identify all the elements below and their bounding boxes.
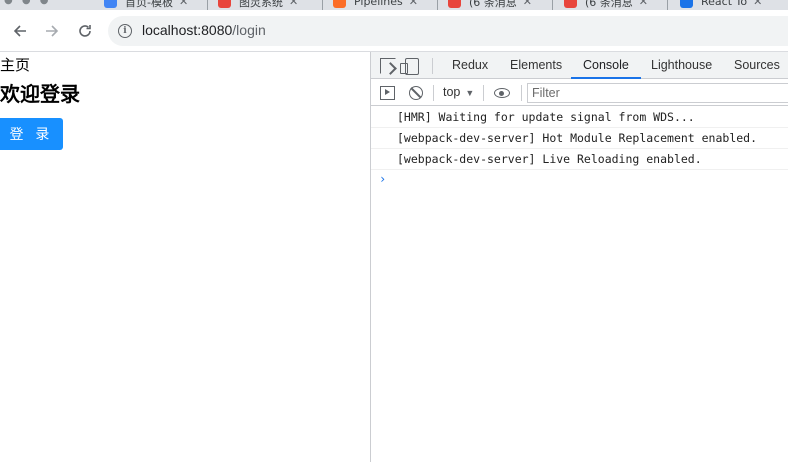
close-icon[interactable]: ✕	[523, 0, 532, 8]
back-button[interactable]	[11, 22, 29, 40]
tab-console[interactable]: Console	[571, 52, 641, 79]
tab-separator	[552, 0, 553, 10]
divider	[432, 58, 433, 74]
url-host: localhost:8080	[142, 22, 233, 38]
close-icon[interactable]: ✕	[639, 0, 648, 8]
tab-separator	[667, 0, 668, 10]
console-message: [webpack-dev-server] Live Reloading enab…	[371, 149, 788, 170]
tab-favicon-icon	[680, 0, 693, 8]
tab-separator	[207, 0, 208, 10]
reload-icon	[79, 25, 91, 37]
browser-toolbar: i localhost:8080/login	[0, 10, 788, 52]
console-prompt[interactable]: ›	[371, 170, 788, 190]
forward-button[interactable]	[43, 22, 61, 40]
console-message: [webpack-dev-server] Hot Module Replacem…	[371, 128, 788, 149]
show-sidebar-icon[interactable]	[380, 86, 395, 100]
live-expression-eye-icon[interactable]	[494, 88, 510, 98]
tab-favicon-icon	[333, 0, 346, 8]
browser-tab[interactable]: (6 条消息 ✕	[564, 0, 648, 10]
caret-down-icon: ▼	[465, 88, 475, 98]
console-output: [HMR] Waiting for update signal from WDS…	[371, 107, 788, 190]
tab-lighthouse[interactable]: Lighthouse	[651, 52, 712, 79]
close-icon[interactable]: ✕	[179, 0, 188, 8]
prompt-chevron-icon: ›	[379, 172, 387, 186]
browser-tab[interactable]: Pipelines ✕	[333, 0, 418, 10]
address-bar[interactable]: i localhost:8080/login	[108, 16, 788, 46]
tab-favicon-icon	[218, 0, 231, 8]
tab-favicon-icon	[448, 0, 461, 8]
info-icon[interactable]: i	[118, 24, 132, 38]
console-message: [HMR] Waiting for update signal from WDS…	[371, 107, 788, 128]
browser-tab[interactable]: React To ✕	[680, 0, 762, 10]
devtools-tabbar: Redux Elements Console Lighthouse Source…	[371, 52, 788, 79]
browser-tab[interactable]: (6 条消息 ✕	[448, 0, 532, 10]
tab-title: Pipelines	[354, 0, 403, 8]
login-button[interactable]: 登 录	[0, 118, 63, 150]
tab-title: (6 条消息	[585, 0, 633, 9]
divider	[521, 85, 522, 101]
tab-separator	[437, 0, 438, 10]
tab-title: 首页-模板	[125, 0, 173, 9]
tab-redux[interactable]: Redux	[452, 52, 488, 79]
tab-title: (6 条消息	[469, 0, 517, 9]
divider	[433, 85, 434, 101]
browser-tab[interactable]: 图灵系统 ✕	[218, 0, 298, 10]
arrow-right-icon	[46, 25, 59, 37]
page-title: 欢迎登录	[0, 82, 80, 106]
reload-button[interactable]	[76, 22, 94, 40]
tab-title: 图灵系统	[239, 0, 283, 9]
tab-sources[interactable]: Sources	[734, 52, 780, 79]
tab-title: React To	[701, 0, 748, 8]
console-toolbar: top ▼	[371, 80, 788, 106]
page-viewport: 主页 欢迎登录 登 录	[0, 52, 370, 462]
context-value: top	[443, 85, 461, 99]
close-icon[interactable]: ✕	[289, 0, 298, 8]
url-text[interactable]: localhost:8080/login	[142, 22, 266, 38]
close-icon[interactable]: ✕	[409, 0, 418, 8]
divider	[483, 85, 484, 101]
close-icon[interactable]: ✕	[753, 0, 762, 8]
tab-elements[interactable]: Elements	[510, 52, 562, 79]
filter-input[interactable]	[527, 83, 788, 103]
context-select[interactable]: top ▼	[443, 85, 474, 99]
browser-tab[interactable]: 首页-模板 ✕	[104, 0, 188, 10]
arrow-left-icon	[13, 25, 26, 37]
clear-console-icon[interactable]	[409, 86, 423, 100]
url-path: /login	[232, 22, 266, 38]
tab-strip: ● ● ● 首页-模板 ✕ 图灵系统 ✕ Pipelines ✕ (6 条消息 …	[0, 0, 788, 10]
window-controls[interactable]: ● ● ●	[4, 0, 52, 6]
tab-separator	[322, 0, 323, 10]
home-link[interactable]: 主页	[0, 54, 30, 75]
inspect-element-icon[interactable]	[380, 58, 396, 74]
device-toolbar-icon[interactable]	[400, 58, 419, 75]
devtools-panel: Redux Elements Console Lighthouse Source…	[370, 52, 788, 462]
tab-favicon-icon	[564, 0, 577, 8]
tab-favicon-icon	[104, 0, 117, 8]
